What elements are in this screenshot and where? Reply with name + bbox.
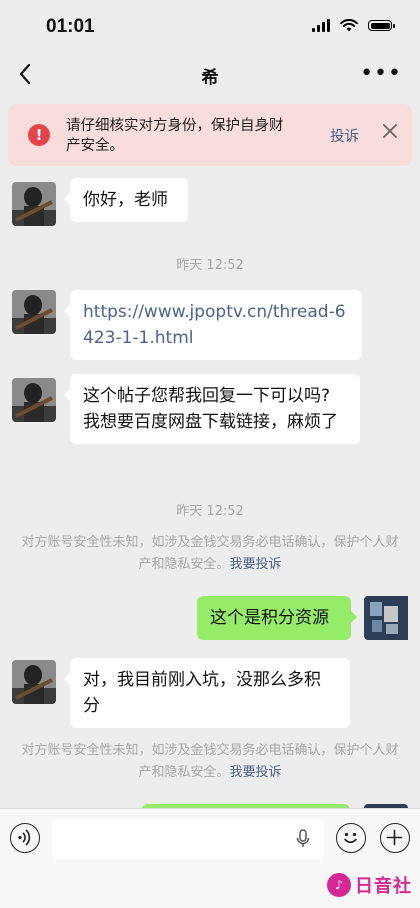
alert-icon: ! [28,124,50,146]
contact-avatar[interactable] [12,290,56,334]
voice-icon [18,829,31,846]
message-link[interactable]: https://www.jpoptv.cn/thread-6423-1-1.ht… [83,302,346,348]
voice-input-button[interactable] [10,823,40,853]
emoji-icon [344,832,357,844]
more-icon[interactable]: ••• [360,63,402,85]
message-bubble[interactable]: https://www.jpoptv.cn/thread-6423-1-1.ht… [64,290,362,360]
close-icon[interactable] [382,123,398,139]
timestamp: 昨天 12:52 [176,258,244,273]
system-security-notice: 对方账号安全性未知，如涉及金钱交易务必电话确认，保护个人财产和隐私安全。我要投诉 [20,532,400,576]
message-text: 你好，老师 [83,190,168,210]
microphone-icon[interactable] [296,829,310,849]
status-bar: 01:01 [0,0,420,50]
message-bubble-mine[interactable]: 这个是积分资源 [197,596,357,640]
contact-avatar[interactable] [12,182,56,226]
notice-text: 对方账号安全性未知，如涉及金钱交易务必电话确认，保护个人财产和隐私安全。 [21,535,399,572]
nav-bar: 希 ••• [0,52,420,96]
chat-title: 希 [201,68,219,88]
report-link[interactable]: 我要投诉 [230,765,282,780]
message-text: 这个帖子您帮我回复一下可以吗?我想要百度网盘下载链接，麻烦了 [83,386,338,432]
contact-avatar[interactable] [12,378,56,422]
warning-text: 请仔细核实对方身份，保护自身财产安全。 [66,118,284,154]
emoji-button[interactable] [336,823,366,853]
message-bubble[interactable]: 这个帖子您帮我回复一下可以吗?我想要百度网盘下载链接，麻烦了 [64,374,360,444]
message-list[interactable]: 你好，老师 昨天 12:52 https://www.jpoptv.cn/thr… [0,168,420,808]
message-bubble[interactable]: 你好，老师 [64,178,188,222]
watermark-text: 日音社 [355,876,412,897]
message-bubble[interactable]: 对，我目前刚入坑，没那么多积分 [64,658,350,728]
notice-text: 对方账号安全性未知，如涉及金钱交易务必电话确认，保护个人财产和隐私安全。 [21,743,399,780]
battery-icon [368,20,395,31]
timestamp: 昨天 12:52 [176,504,244,519]
signal-icon [312,19,330,32]
safety-warning-banner: ! 请仔细核实对方身份，保护自身财产安全。 投诉 [8,104,412,166]
status-time: 01:01 [46,16,95,37]
wifi-icon [340,19,358,32]
watermark: ♪ 日音社 [327,872,412,898]
report-link[interactable]: 我要投诉 [230,557,282,572]
contact-avatar[interactable] [12,660,56,704]
report-button[interactable]: 投诉 [330,125,359,146]
input-bar: ♪ 日音社 [0,808,420,908]
more-actions-button[interactable] [380,823,410,853]
message-text: 对，我目前刚入坑，没那么多积分 [83,670,321,716]
system-security-notice: 对方账号安全性未知，如涉及金钱交易务必电话确认，保护个人财产和隐私安全。我要投诉 [20,740,400,784]
message-input[interactable] [52,819,324,859]
my-avatar[interactable] [364,596,408,640]
status-icons [312,19,395,32]
message-text: 这个是积分资源 [210,608,329,628]
plus-icon [386,829,403,846]
watermark-logo-icon: ♪ [327,873,351,897]
